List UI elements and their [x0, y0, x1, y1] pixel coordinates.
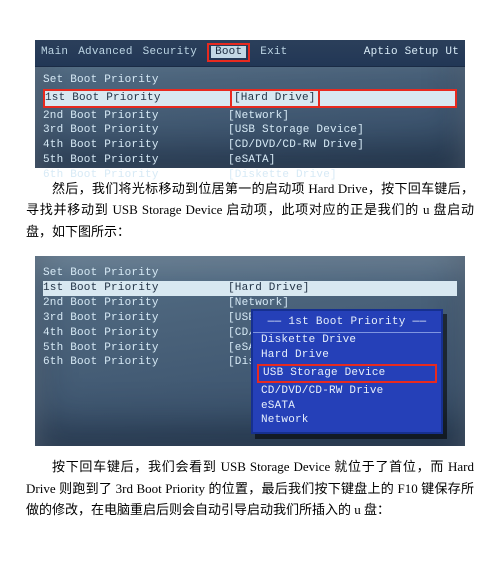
row-5: 5th Boot Priority [eSATA] [43, 153, 457, 168]
popup-item-usb-highlight: USB Storage Device [257, 364, 437, 383]
row-2: 2nd Boot Priority [Network] [43, 109, 457, 124]
bios-screenshot-2: Set Boot Priority 1st Boot Priority [Har… [35, 256, 465, 446]
bios-brand: Aptio Setup Ut [364, 45, 459, 60]
row-6: 6th Boot Priority [Diskette Drive] [43, 168, 457, 183]
boot-priority-popup: —— 1st Boot Priority —— Diskette Drive H… [251, 309, 443, 434]
row-1st-highlight: 1st Boot Priority [Hard Drive] [43, 89, 457, 108]
bios-screenshot-1: Main Advanced Security Boot Exit Aptio S… [35, 40, 465, 168]
row-3: 3rd Boot Priority [USB Storage Device] [43, 123, 457, 138]
row-4: 4th Boot Priority [CD/DVD/CD-RW Drive] [43, 138, 457, 153]
bios-menubar: Main Advanced Security Boot Exit Aptio S… [35, 40, 465, 67]
section-title-row: Set Boot Priority [43, 73, 457, 88]
menu-boot-highlight: Boot [207, 43, 250, 62]
menu-boot: Boot [211, 46, 246, 58]
section-title-row-2: Set Boot Priority [43, 266, 457, 281]
row-1-right: [Hard Drive] [230, 89, 320, 108]
popup-item-hard-drive: Hard Drive [253, 348, 441, 363]
section-title: Set Boot Priority [43, 73, 228, 88]
popup-item-network: Network [253, 413, 441, 428]
row2-1: 1st Boot Priority [Hard Drive] [43, 281, 457, 296]
row-1-left: 1st Boot Priority [45, 91, 230, 106]
popup-item-esata: eSATA [253, 399, 441, 414]
menu-main: Main [41, 45, 68, 60]
section-title-2: Set Boot Priority [43, 266, 228, 281]
popup-item-cd-dvd: CD/DVD/CD-RW Drive [253, 384, 441, 399]
menu-advanced: Advanced [78, 45, 132, 60]
menu-security: Security [143, 45, 197, 60]
paragraph-2: 按下回车键后，我们会看到 USB Storage Device 就位于了首位，而… [26, 456, 474, 520]
menu-exit: Exit [260, 45, 287, 60]
popup-item-diskette: Diskette Drive [253, 333, 441, 348]
popup-title: —— 1st Boot Priority —— [253, 313, 441, 333]
